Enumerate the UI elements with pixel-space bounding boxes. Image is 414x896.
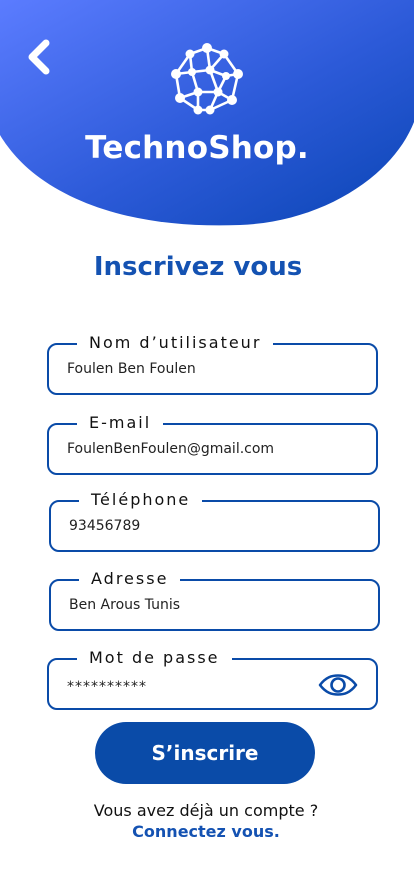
password-field[interactable]: Mot de passe **********: [47, 647, 378, 710]
username-label: Nom d’utilisateur: [77, 332, 274, 354]
password-value[interactable]: **********: [67, 679, 326, 695]
username-field[interactable]: Nom d’utilisateur Foulen Ben Foulen: [47, 332, 378, 395]
brand-title: TechnoShop.: [85, 130, 309, 166]
username-value[interactable]: Foulen Ben Foulen: [67, 361, 326, 377]
phone-value[interactable]: 93456789: [69, 518, 328, 534]
signup-screen: TechnoShop. Inscrivez vous Nom d’utilisa…: [0, 0, 414, 896]
email-field[interactable]: E-mail FoulenBenFoulen@gmail.com: [47, 412, 378, 475]
address-label: Adresse: [79, 568, 181, 590]
signup-button[interactable]: S’inscrire: [95, 722, 315, 784]
network-globe-icon: [171, 43, 243, 115]
phone-field[interactable]: Téléphone 93456789: [49, 489, 380, 552]
chevron-left-icon: [28, 39, 50, 75]
back-button[interactable]: [18, 34, 60, 80]
page-title: Inscrivez vous: [93, 252, 303, 282]
email-label: E-mail: [77, 412, 164, 434]
phone-label: Téléphone: [79, 489, 203, 511]
password-label: Mot de passe: [77, 647, 232, 669]
signin-link[interactable]: Connectez vous.: [0, 822, 412, 841]
eye-icon[interactable]: [318, 674, 358, 696]
address-value[interactable]: Ben Arous Tunis: [69, 597, 328, 613]
signin-prompt: Vous avez déjà un compte ?: [93, 801, 319, 820]
email-value[interactable]: FoulenBenFoulen@gmail.com: [67, 441, 326, 457]
address-field[interactable]: Adresse Ben Arous Tunis: [49, 568, 380, 631]
